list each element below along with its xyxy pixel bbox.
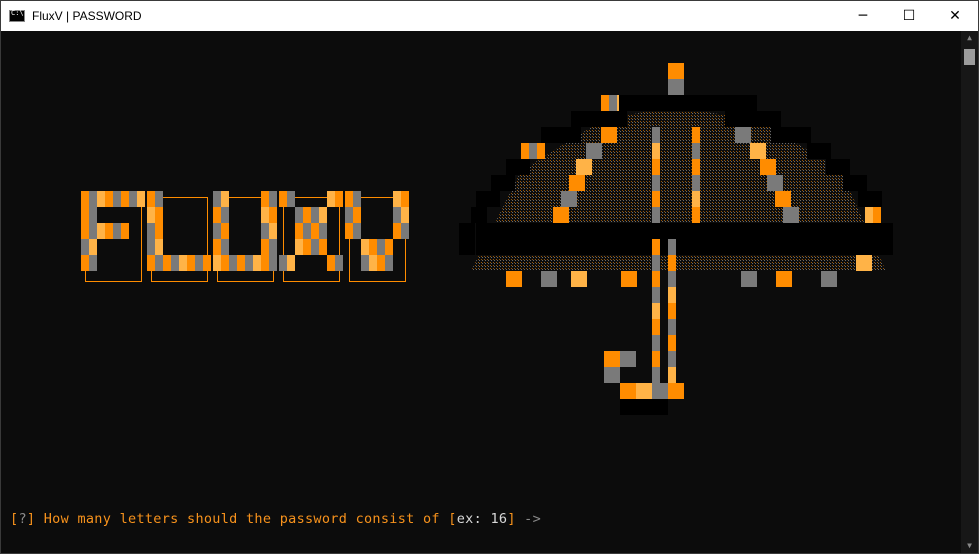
- window-title: FluxV | PASSWORD: [32, 9, 142, 23]
- console-icon: [9, 9, 25, 22]
- fluxv-logo-text: [81, 191, 409, 282]
- maximize-button[interactable]: ☐: [886, 1, 932, 31]
- umbrella-graphic: [459, 63, 893, 415]
- example-value: 16: [482, 511, 508, 527]
- scroll-up-icon[interactable]: ▲: [961, 31, 978, 45]
- fluxv-banner-art: [81, 63, 893, 415]
- input-arrow: ->: [515, 511, 542, 527]
- title-bar[interactable]: FluxV | PASSWORD ─ ☐ ✕: [1, 1, 978, 31]
- password-length-prompt: [?] How many letters should the password…: [10, 511, 541, 527]
- example-label: ex:: [456, 511, 483, 527]
- example-close-bracket: ]: [507, 511, 516, 527]
- terminal-output[interactable]: [?] How many letters should the password…: [1, 31, 961, 553]
- example-open-bracket: [: [448, 511, 457, 527]
- minimize-button[interactable]: ─: [840, 1, 886, 31]
- prompt-question-text: How many letters should the password con…: [35, 511, 449, 527]
- vertical-scrollbar[interactable]: ▲ ▼: [961, 31, 978, 553]
- scroll-down-icon[interactable]: ▼: [961, 539, 978, 553]
- console-window: FluxV | PASSWORD ─ ☐ ✕ [?] How many lett…: [0, 0, 979, 554]
- close-button[interactable]: ✕: [932, 1, 978, 31]
- prompt-question-marker: ?: [18, 511, 27, 527]
- scroll-thumb[interactable]: [964, 49, 975, 65]
- window-controls: ─ ☐ ✕: [840, 1, 978, 31]
